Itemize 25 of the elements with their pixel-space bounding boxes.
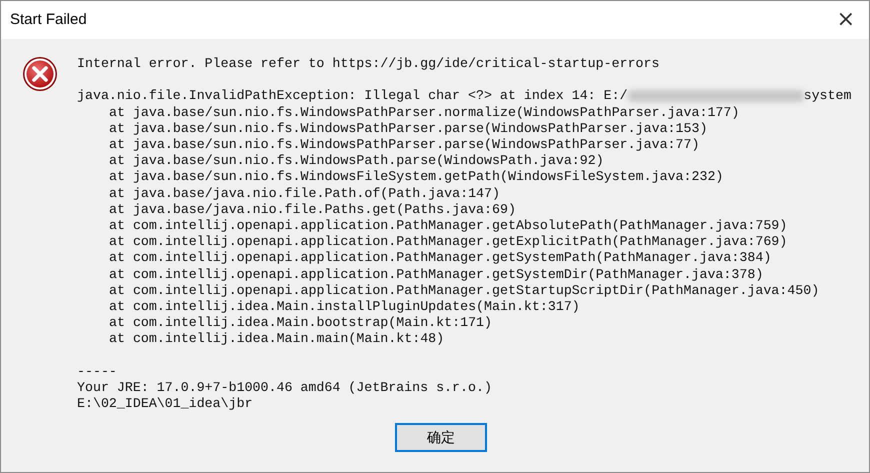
text-line: E:\02_IDEA\01_idea\jbr: [77, 396, 253, 412]
stack-frame: at com.intellij.openapi.application.PathManager.getSystemPath(PathManager.java:384): [109, 250, 772, 266]
stack-frame: at com.intellij.idea.Main.main(Main.kt:48): [109, 331, 444, 346]
text-line: -----: [77, 364, 117, 379]
close-button[interactable]: ×: [832, 9, 859, 31]
stack-frame: at java.base/java.nio.file.Paths.get(Paths.java:69): [109, 202, 516, 217]
stack-frame: at com.intellij.idea.Main.bootstrap(Main.kt:171): [109, 315, 492, 330]
stack-frame: at java.base/sun.nio.fs.WindowsFileSystem.getPath(WindowsFileSystem.java:232): [109, 169, 724, 184]
stack-frame: at com.intellij.openapi.application.PathManager.getSystemDir(PathManager.java:378): [109, 266, 764, 282]
stack-frame: at java.base/sun.nio.fs.WindowsPathParser.parse(WindowsPathParser.java:153): [109, 120, 708, 136]
stack-frame: at java.base/sun.nio.fs.WindowsPathParser.normalize(WindowsPathParser.java:177): [109, 104, 740, 120]
error-icon: [22, 56, 58, 92]
exception-line: java.nio.file.InvalidPathException: Illegal char <?> at index 14: E:/: [77, 88, 628, 105]
stack-frame: at com.intellij.openapi.application.PathManager.getAbsolutePath(PathManager.java:759): [109, 218, 788, 234]
error-message: Internal error. Please refer to https://jb.gg/ide/critical-startup-errors: [77, 56, 660, 71]
stack-frame: at com.intellij.idea.Main.installPluginUpdates(Main.kt:317): [109, 299, 580, 314]
stack-frame: at com.intellij.openapi.application.PathManager.getExplicitPath(PathManager.java:769): [109, 234, 788, 250]
stack-frame: at java.base/sun.nio.fs.WindowsPath.parse(WindowsPath.java:92): [109, 153, 604, 168]
exception-line-end: system: [804, 88, 852, 105]
ok-button[interactable]: 确定: [395, 423, 487, 452]
stack-frame: at com.intellij.openapi.application.PathManager.getStartupScriptDir(PathManager.java:450): [109, 282, 820, 298]
text-line: Your JRE: 17.0.9+7-b1000.46 amd64 (JetBrains s.r.o.): [77, 380, 492, 396]
stack-frame: at java.base/java.nio.file.Path.of(Path.java:147): [109, 186, 500, 201]
window-title: Start Failed: [10, 10, 87, 30]
stack-frame: at java.base/sun.nio.fs.WindowsPathParser.parse(WindowsPathParser.java:77): [109, 137, 700, 152]
